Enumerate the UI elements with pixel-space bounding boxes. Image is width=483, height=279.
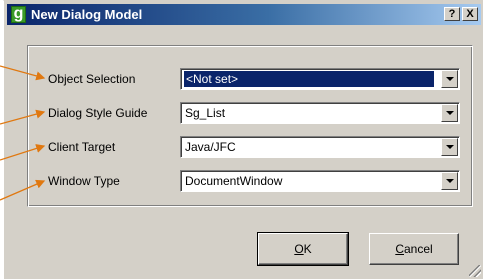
help-button[interactable]: ? — [444, 7, 460, 21]
cancel-button[interactable]: Cancel — [369, 233, 459, 265]
ok-label: K — [303, 242, 312, 256]
dialog-style-guide-combo[interactable]: Sg_List — [180, 102, 460, 124]
client-target-value: Java/JFC — [185, 140, 236, 154]
cancel-mnemonic: C — [395, 242, 404, 256]
dialog-style-guide-value: Sg_List — [185, 106, 226, 120]
object-selection-value: <Not set> — [183, 70, 435, 88]
title-bar[interactable]: g New Dialog Model ? X — [7, 4, 481, 25]
client-target-label: Client Target — [48, 140, 116, 154]
resize-grip-icon[interactable] — [469, 265, 481, 277]
window-type-combo[interactable]: DocumentWindow — [180, 170, 460, 192]
new-dialog-model-window: g New Dialog Model ? X Object Selection … — [3, 0, 483, 279]
cancel-label: ancel — [403, 242, 433, 256]
chevron-down-icon[interactable] — [441, 104, 458, 122]
ok-button[interactable]: OK — [257, 232, 349, 266]
window-type-value: DocumentWindow — [185, 174, 283, 188]
chevron-down-icon[interactable] — [441, 70, 458, 88]
ok-mnemonic: O — [294, 242, 304, 256]
window-title: New Dialog Model — [31, 7, 143, 22]
object-selection-label: Object Selection — [48, 72, 136, 86]
chevron-down-icon[interactable] — [441, 138, 458, 156]
close-button[interactable]: X — [462, 7, 478, 21]
app-logo-icon: g — [11, 6, 26, 23]
window-type-label: Window Type — [48, 174, 120, 188]
chevron-down-icon[interactable] — [441, 172, 458, 190]
object-selection-combo[interactable]: <Not set> — [180, 68, 460, 90]
dialog-style-guide-label: Dialog Style Guide — [48, 106, 148, 120]
client-target-combo[interactable]: Java/JFC — [180, 136, 460, 158]
screen: g New Dialog Model ? X Object Selection … — [0, 0, 483, 279]
